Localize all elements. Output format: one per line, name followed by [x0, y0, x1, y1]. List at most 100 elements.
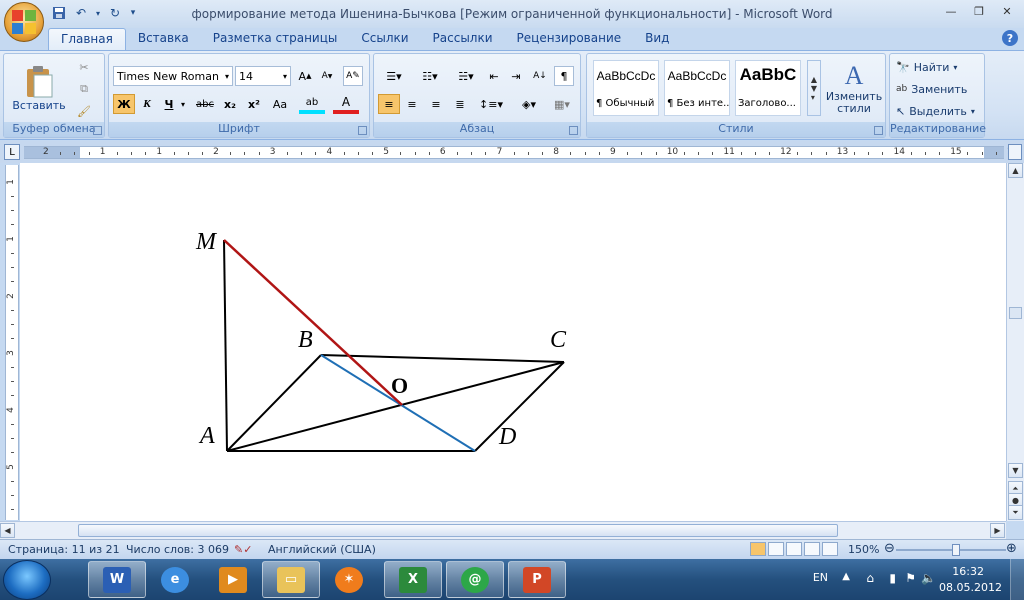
styles-launcher-icon[interactable]: [874, 126, 883, 135]
tab-review[interactable]: Рецензирование: [505, 28, 634, 50]
format-painter-icon[interactable]: 🖌: [74, 102, 94, 120]
scroll-down-icon[interactable]: ▼: [1008, 463, 1023, 478]
vertical-scroll-thumb[interactable]: [1009, 307, 1022, 319]
clock-date[interactable]: 08.05.2012: [939, 581, 1002, 594]
find-button[interactable]: 🔭 Найти ▾: [896, 58, 982, 76]
taskbar-excel[interactable]: X: [384, 561, 442, 598]
horizontal-scrollbar[interactable]: ◀ ▶: [0, 521, 1006, 539]
italic-button[interactable]: К: [137, 94, 157, 114]
font-name-select[interactable]: Times New Roman ▾: [113, 66, 233, 86]
scroll-up-icon[interactable]: ▲: [1008, 163, 1023, 178]
tray-device-icon[interactable]: ⌂: [866, 571, 874, 585]
taskbar-mail-agent[interactable]: @: [446, 561, 504, 598]
tab-page-layout[interactable]: Разметка страницы: [201, 28, 350, 50]
horizontal-scroll-thumb[interactable]: [78, 524, 838, 537]
font-size-select[interactable]: 14 ▾: [235, 66, 291, 86]
tray-arrow-icon[interactable]: ▲: [842, 571, 850, 582]
tab-mailings[interactable]: Рассылки: [421, 28, 505, 50]
taskbar-ie[interactable]: e: [146, 561, 204, 598]
underline-button[interactable]: Ч: [159, 94, 179, 114]
tab-home[interactable]: Главная: [48, 28, 126, 50]
increase-indent-icon[interactable]: ⇥: [506, 66, 526, 86]
zoom-in-icon[interactable]: ⊕: [1006, 541, 1017, 556]
maximize-button[interactable]: ❐: [966, 2, 992, 20]
language-bar[interactable]: EN: [813, 571, 828, 584]
change-styles-button[interactable]: A Изменить стили: [825, 58, 883, 118]
taskbar-avast[interactable]: ✶: [320, 561, 378, 598]
view-draft-icon[interactable]: [822, 542, 838, 556]
tab-insert[interactable]: Вставка: [126, 28, 201, 50]
next-page-icon[interactable]: ⏷: [1008, 505, 1023, 520]
select-button[interactable]: ↖ Выделить ▾: [896, 102, 982, 120]
strikethrough-button[interactable]: abc: [193, 94, 217, 114]
view-web-layout-icon[interactable]: [786, 542, 802, 556]
align-right-icon[interactable]: ≡: [426, 94, 446, 114]
subscript-button[interactable]: x₂: [219, 94, 241, 114]
paragraph-launcher-icon[interactable]: [569, 126, 578, 135]
shrink-font-icon[interactable]: A ▼: [317, 66, 337, 86]
zoom-out-icon[interactable]: ⊖: [884, 541, 895, 556]
tab-view[interactable]: Вид: [633, 28, 681, 50]
zoom-level[interactable]: 150%: [848, 543, 879, 556]
office-button[interactable]: [4, 2, 44, 42]
scroll-right-icon[interactable]: ▶: [990, 523, 1005, 538]
decrease-indent-icon[interactable]: ⇤: [484, 66, 504, 86]
tab-selector-icon[interactable]: L: [4, 144, 20, 160]
vertical-ruler[interactable]: 1123456: [5, 165, 19, 567]
view-ruler-icon[interactable]: [1008, 144, 1022, 160]
volume-icon[interactable]: 🔈: [921, 571, 936, 585]
bold-button[interactable]: Ж: [113, 94, 135, 114]
show-desktop-button[interactable]: [1010, 559, 1024, 600]
grow-font-icon[interactable]: A ▲: [295, 66, 315, 86]
underline-dropdown-icon[interactable]: ▾: [179, 94, 187, 114]
style-normal[interactable]: AaBbCcDc ¶ Обычный: [593, 60, 659, 116]
zoom-slider-thumb[interactable]: [952, 544, 960, 556]
paste-button[interactable]: Вставить: [12, 58, 66, 118]
taskbar-powerpoint[interactable]: P: [508, 561, 566, 598]
styles-scroll-icon[interactable]: ▲ ▼ ▾: [807, 60, 821, 116]
show-formatting-icon[interactable]: ¶: [554, 66, 574, 86]
tab-references[interactable]: Ссылки: [349, 28, 420, 50]
style-heading[interactable]: AaBbC Заголово...: [735, 60, 801, 116]
view-outline-icon[interactable]: [804, 542, 820, 556]
start-button[interactable]: [3, 560, 51, 600]
taskbar-media[interactable]: ▶: [204, 561, 262, 598]
clear-format-icon[interactable]: A✎: [343, 66, 363, 86]
document-page[interactable]: M B C O A D: [24, 163, 1006, 521]
view-print-layout-icon[interactable]: [750, 542, 766, 556]
flag-icon[interactable]: ⚑: [905, 571, 916, 585]
align-left-icon[interactable]: ≡: [378, 94, 400, 114]
minimize-button[interactable]: —: [938, 2, 964, 20]
bullets-icon[interactable]: ☰▾: [378, 66, 410, 86]
zoom-slider[interactable]: [896, 549, 1006, 551]
close-button[interactable]: ✕: [994, 2, 1020, 20]
taskbar-explorer[interactable]: ▭: [262, 561, 320, 598]
shading-icon[interactable]: ◈▾: [514, 94, 544, 114]
multilevel-list-icon[interactable]: ☵▾: [450, 66, 482, 86]
superscript-button[interactable]: x²: [243, 94, 265, 114]
vertical-scrollbar[interactable]: ▲ ▼ ⏶ ● ⏷: [1006, 163, 1024, 521]
sort-icon[interactable]: A↓: [530, 66, 550, 86]
numbering-icon[interactable]: ☷▾: [414, 66, 446, 86]
page-indicator[interactable]: Страница: 11 из 21: [8, 543, 120, 556]
clipboard-launcher-icon[interactable]: [93, 126, 102, 135]
copy-icon[interactable]: ⧉: [74, 80, 94, 98]
view-full-screen-icon[interactable]: [768, 542, 784, 556]
highlight-icon[interactable]: ab: [299, 94, 325, 114]
align-center-icon[interactable]: ≡: [402, 94, 422, 114]
language-indicator[interactable]: Английский (США): [268, 543, 376, 556]
style-no-spacing[interactable]: AaBbCcDc ¶ Без инте...: [664, 60, 730, 116]
line-spacing-icon[interactable]: ↕≡▾: [476, 94, 506, 114]
clock-time[interactable]: 16:32: [952, 565, 984, 578]
replace-button[interactable]: ab Заменить: [896, 80, 982, 98]
network-icon[interactable]: ▮: [889, 571, 896, 585]
borders-icon[interactable]: ▦▾: [548, 94, 576, 114]
change-case-button[interactable]: Aa: [267, 94, 293, 114]
font-color-icon[interactable]: A: [333, 94, 359, 114]
scroll-left-icon[interactable]: ◀: [0, 523, 15, 538]
font-launcher-icon[interactable]: [358, 126, 367, 135]
proofing-icon[interactable]: ✎✓: [234, 543, 252, 556]
horizontal-ruler[interactable]: 2112345678910111213141516: [24, 146, 1018, 159]
help-icon[interactable]: ?: [1002, 30, 1018, 46]
justify-icon[interactable]: ≣: [450, 94, 470, 114]
